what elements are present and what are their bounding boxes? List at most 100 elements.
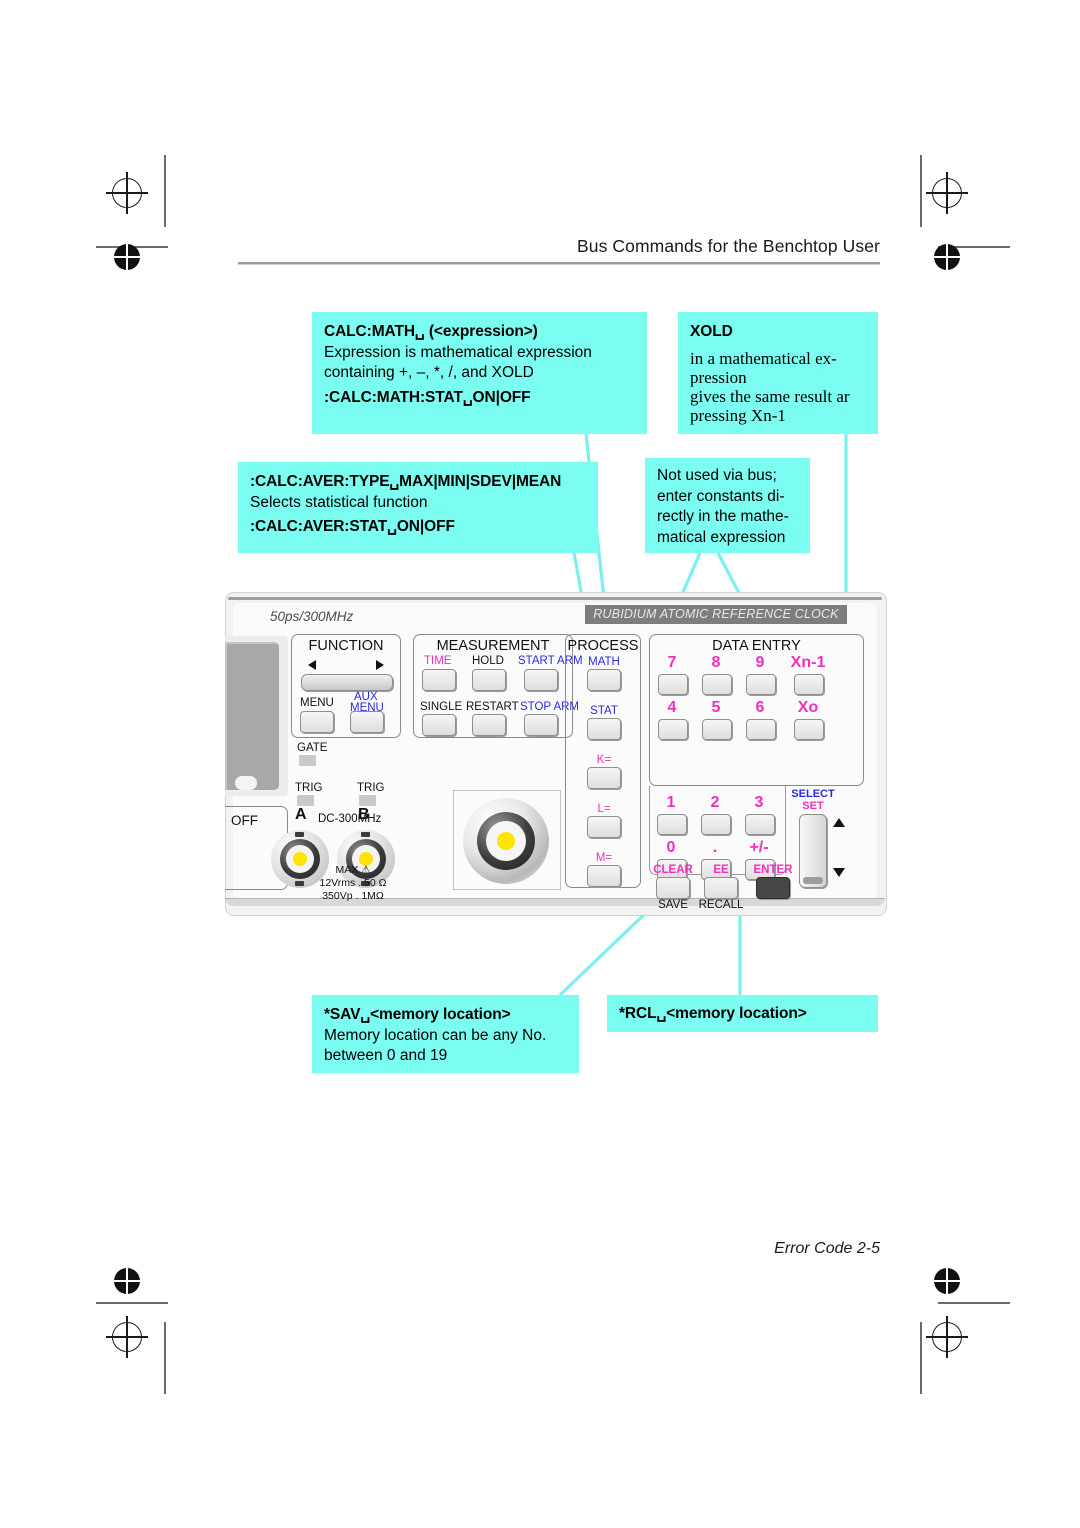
- callout-sav-line2: between 0 and 19: [324, 1047, 448, 1065]
- key-9-button[interactable]: [746, 674, 776, 695]
- callout-calc-aver-line1: Selects statistical function: [250, 493, 428, 511]
- measurement-group-title: MEASUREMENT: [436, 638, 550, 654]
- data-entry-group: DATA ENTRY 7 8 9 Xn-1 4 5 6 Xo: [649, 634, 864, 786]
- callout-not-used: Not used via bus; enter constants di- re…: [645, 458, 810, 553]
- max-warning-line1: MAX ⚠: [335, 864, 371, 876]
- registration-dot-top-right: [934, 244, 960, 270]
- callout-calc-aver-title: :CALC:AVER:TYPE␣MAX|MIN|SDEV|MEAN: [250, 473, 562, 490]
- stop-arm-button[interactable]: [524, 714, 558, 736]
- callout-xold-line1: in a mathematical ex-: [690, 348, 837, 368]
- max-input-warning: MAX ⚠ 12Vrms . 50 Ω 350Vp . 1MΩ: [311, 864, 395, 903]
- display-knob[interactable]: [235, 776, 257, 790]
- clear-save-button[interactable]: [656, 877, 690, 899]
- callout-xold: XOLD in a mathematical ex- pression give…: [678, 312, 878, 434]
- time-label: TIME: [424, 655, 452, 667]
- ee-recall-button[interactable]: [704, 877, 738, 899]
- select-label: SELECT: [791, 788, 835, 800]
- hold-button[interactable]: [472, 669, 506, 691]
- key-5-button[interactable]: [702, 719, 732, 740]
- single-button[interactable]: [422, 714, 456, 736]
- select-up-arrow-icon[interactable]: [833, 818, 845, 827]
- callout-not-used-line4: matical expression: [657, 528, 786, 546]
- bandwidth-label: DC-300MHz: [318, 813, 382, 825]
- key-9-label: 9: [755, 654, 765, 671]
- key-7-label: 7: [667, 654, 677, 671]
- key-1-button[interactable]: [657, 814, 687, 835]
- registration-dot-top-left: [114, 244, 140, 270]
- l-equals-label: L=: [597, 803, 611, 815]
- rubidium-reference-banner: RUBIDIUM ATOMIC REFERENCE CLOCK: [585, 605, 847, 624]
- key-4-button[interactable]: [658, 719, 688, 740]
- page-footer: Error Code 2-5: [774, 1240, 880, 1257]
- trig-a-label: TRIG: [295, 782, 323, 794]
- callout-calc-math-title2: :CALC:MATH:STAT␣ON|OFF: [324, 388, 531, 406]
- callout-not-used-line3: rectly in the mathe-: [657, 508, 789, 526]
- key-6-button[interactable]: [746, 719, 776, 740]
- single-label: SINGLE: [420, 701, 463, 713]
- bnc-connector-large[interactable]: [463, 798, 549, 884]
- registration-crosshair-top-left: [106, 172, 148, 214]
- time-button[interactable]: [422, 669, 456, 691]
- key-plusminus-label: +/-: [749, 839, 769, 856]
- callout-calc-math-title: CALC:MATH␣ (<expression>): [324, 323, 538, 340]
- key-0-label: 0: [666, 839, 676, 856]
- aux-menu-button[interactable]: [350, 711, 384, 733]
- select-set-rocker[interactable]: [799, 814, 827, 888]
- function-right-arrow-icon: [376, 660, 384, 670]
- k-equals-button[interactable]: [587, 767, 621, 789]
- k-equals-label: K=: [596, 754, 612, 766]
- process-group: PROCESS MATH STAT K= L= M=: [565, 634, 641, 888]
- m-equals-label: M=: [595, 852, 613, 864]
- restart-button[interactable]: [472, 714, 506, 736]
- trim-mark-vertical-bottom-left: [164, 1322, 166, 1394]
- callout-calc-aver: :CALC:AVER:TYPE␣MAX|MIN|SDEV|MEAN Select…: [238, 462, 598, 553]
- key-3-button[interactable]: [745, 814, 775, 835]
- key-7-button[interactable]: [658, 674, 688, 695]
- math-button[interactable]: [587, 669, 621, 691]
- recall-label: RECALL: [698, 899, 744, 911]
- menu-button[interactable]: [300, 711, 334, 733]
- set-label: SET: [802, 800, 824, 812]
- max-warning-line3: 350Vp . 1MΩ: [322, 890, 384, 903]
- l-equals-button[interactable]: [587, 816, 621, 838]
- function-rocker-button[interactable]: [301, 674, 393, 691]
- key-4-label: 4: [667, 699, 677, 716]
- key-8-button[interactable]: [702, 674, 732, 695]
- callout-not-used-line2: enter constants di-: [657, 487, 785, 505]
- callout-calc-math: CALC:MATH␣ (<expression>) Expression is …: [312, 312, 647, 434]
- callout-xold-title: XOLD: [690, 323, 733, 340]
- trim-mark-horizontal-bottom-right: [938, 1302, 1010, 1304]
- select-down-arrow-icon[interactable]: [833, 868, 845, 877]
- page-header-title: Bus Commands for the Benchtop User: [577, 236, 880, 256]
- key-xo-button[interactable]: [794, 719, 824, 740]
- key-8-label: 8: [711, 654, 721, 671]
- key-dot-label: .: [712, 839, 718, 856]
- enter-button[interactable]: [756, 877, 790, 899]
- callout-not-used-line1: Not used via bus;: [657, 467, 777, 484]
- stat-button[interactable]: [587, 718, 621, 740]
- key-2-button[interactable]: [701, 814, 731, 835]
- callout-sav: *SAV␣<memory location> Memory location c…: [312, 995, 579, 1073]
- callout-rcl-title: *RCL␣<memory location>: [619, 1005, 807, 1022]
- panel-model-text: 50ps/300MHz: [270, 609, 354, 624]
- trim-mark-vertical-top-left: [164, 155, 166, 227]
- function-group: FUNCTION MENU AUX MENU: [291, 634, 401, 738]
- callout-xold-line2: pression: [690, 367, 747, 387]
- key-xo-label: Xo: [797, 699, 819, 716]
- channel-a-label: A: [295, 806, 307, 823]
- hold-label: HOLD: [472, 655, 504, 667]
- key-5-label: 5: [711, 699, 721, 716]
- key-xn-1-button[interactable]: [794, 674, 824, 695]
- callout-xold-line3: gives the same result ar: [690, 386, 850, 406]
- math-label: MATH: [588, 656, 620, 668]
- key-3-label: 3: [754, 794, 764, 811]
- function-left-arrow-icon: [308, 660, 316, 670]
- trim-mark-vertical-top-right: [920, 155, 922, 227]
- key-6-label: 6: [755, 699, 765, 716]
- panel-top-rule: [228, 597, 882, 600]
- display-screen: [225, 642, 279, 790]
- start-arm-button[interactable]: [524, 669, 558, 691]
- gate-led: [299, 755, 316, 766]
- gate-label: GATE: [297, 742, 328, 754]
- m-equals-button[interactable]: [587, 865, 621, 887]
